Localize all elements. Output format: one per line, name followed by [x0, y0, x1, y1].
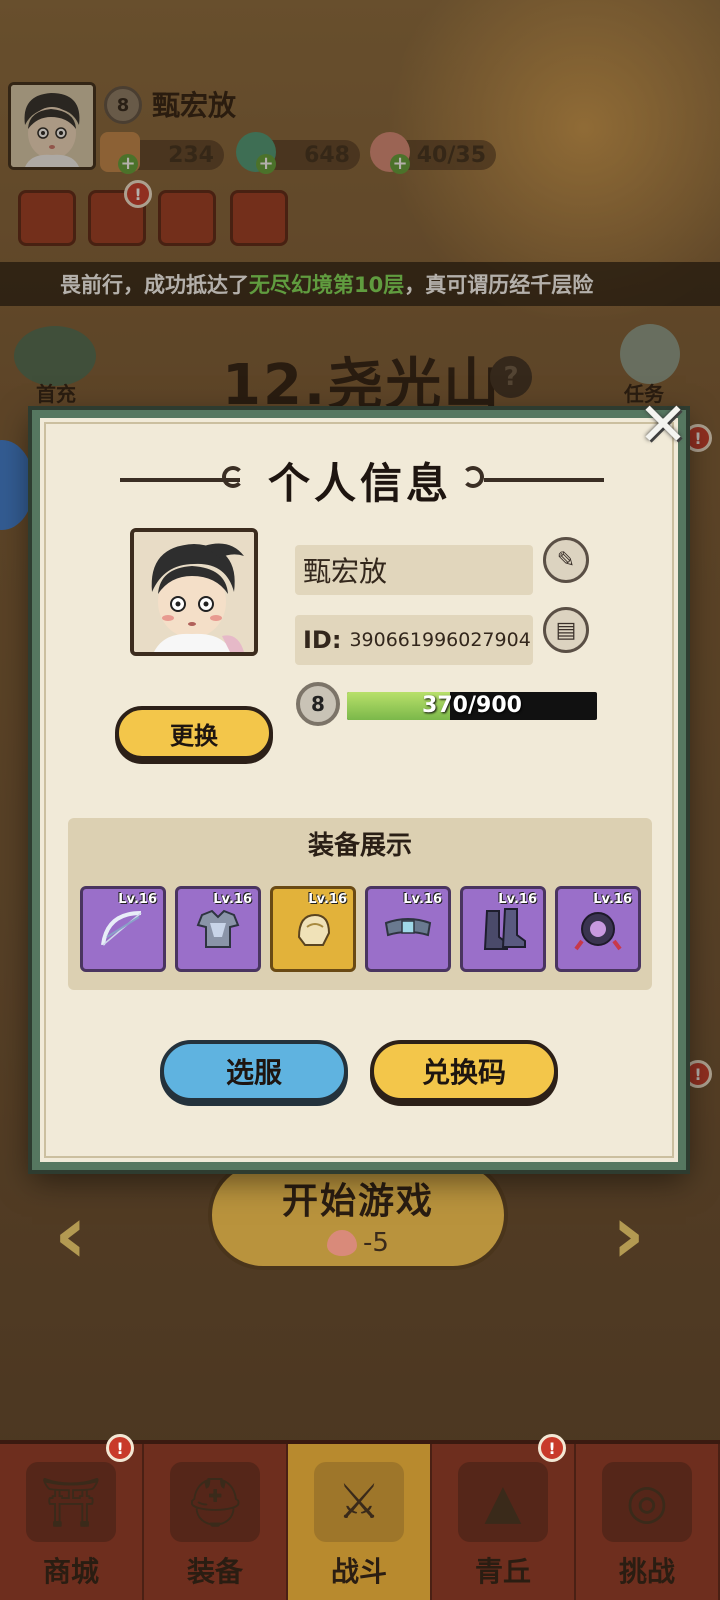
nav-equipment[interactable]: ⛑ 装备 [144, 1444, 288, 1600]
bow-icon [101, 911, 142, 946]
equipment-row: Lv.16 Lv.16 Lv.16 Lv.16 Lv.16 Lv.16 [80, 886, 641, 972]
crossed-swords-icon: ⚔ [314, 1462, 404, 1542]
exp-level-badge: 8 [296, 682, 340, 726]
exp-text: 370/900 [422, 693, 522, 718]
equip-level: Lv.16 [403, 892, 442, 907]
copy-id-icon[interactable]: ▤ [543, 607, 589, 653]
equip-slot-amulet[interactable]: Lv.16 [555, 886, 641, 972]
start-cost-value: -5 [363, 1228, 389, 1258]
nav-challenge-label: 挑战 [618, 1555, 675, 1588]
id-label: ID: [303, 626, 342, 654]
avatar-portrait-icon [134, 532, 254, 652]
peach-icon [327, 1230, 358, 1256]
nav-qingqiu-label: 青丘 [474, 1555, 531, 1588]
helmet-icon [297, 913, 331, 946]
player-id-field: ID: 390661996027904 [295, 615, 533, 665]
nav-qingqiu[interactable]: ▲ 青丘 ! [432, 1434, 576, 1600]
nav-challenge[interactable]: ◎ 挑战 [576, 1444, 720, 1600]
equip-slot-armor[interactable]: Lv.16 [175, 886, 261, 972]
equip-level: Lv.16 [118, 892, 157, 907]
qingqiu-alert-badge: ! [538, 1434, 566, 1462]
profile-avatar [130, 528, 258, 656]
dialog-title: 个人信息 [267, 459, 452, 508]
edit-name-brush-icon[interactable]: ✎ [543, 537, 589, 583]
amulet-icon [574, 912, 622, 951]
nav-battle-label: 战斗 [330, 1555, 387, 1588]
start-game-label: 开始游戏 [281, 1181, 434, 1222]
nav-battle[interactable]: ⚔ 战斗 [288, 1444, 432, 1600]
close-icon[interactable]: ✕ [636, 395, 690, 455]
nav-shop-label: 商城 [42, 1555, 99, 1588]
prev-stage-arrow-icon[interactable]: ‹ [54, 1190, 104, 1280]
redeem-code-button[interactable]: 兑换码 [370, 1040, 558, 1102]
belt-icon [384, 918, 432, 937]
equip-slot-helmet[interactable]: Lv.16 [270, 886, 356, 972]
nav-shop[interactable]: ⛩ 商城 ! [0, 1434, 144, 1600]
helmet-icon: ⛑ [170, 1462, 260, 1542]
player-name-field: 甄宏放 [295, 545, 533, 595]
equip-level: Lv.16 [498, 892, 537, 907]
equip-level: Lv.16 [593, 892, 632, 907]
shop-icon: ⛩ [26, 1462, 116, 1542]
change-avatar-button[interactable]: 更换 [115, 706, 273, 760]
equip-level: Lv.16 [308, 892, 347, 907]
boots-icon [483, 908, 526, 950]
equipment-title: 装备展示 [307, 831, 412, 861]
bottom-navigation: ⛩ 商城 ! ⛑ 装备 ⚔ 战斗 ▲ 青丘 ! ◎ 挑战 [0, 1434, 720, 1600]
equip-slot-belt[interactable]: Lv.16 [365, 886, 451, 972]
shop-alert-badge: ! [106, 1434, 134, 1462]
start-game-button[interactable]: 开始游戏 -5 [208, 1160, 508, 1270]
mountain-icon: ▲ [458, 1462, 548, 1542]
select-server-button[interactable]: 选服 [160, 1040, 348, 1102]
personal-info-dialog [32, 410, 686, 1170]
nav-equipment-label: 装备 [186, 1555, 243, 1588]
armor-icon [196, 909, 240, 948]
id-value: 390661996027904 [349, 629, 531, 651]
equip-level: Lv.16 [213, 892, 252, 907]
equip-slot-bow[interactable]: Lv.16 [80, 886, 166, 972]
equip-slot-boots[interactable]: Lv.16 [460, 886, 546, 972]
start-cost: -5 [327, 1228, 389, 1258]
next-stage-arrow-icon[interactable]: › [612, 1190, 662, 1280]
orb-icon: ◎ [602, 1462, 692, 1542]
